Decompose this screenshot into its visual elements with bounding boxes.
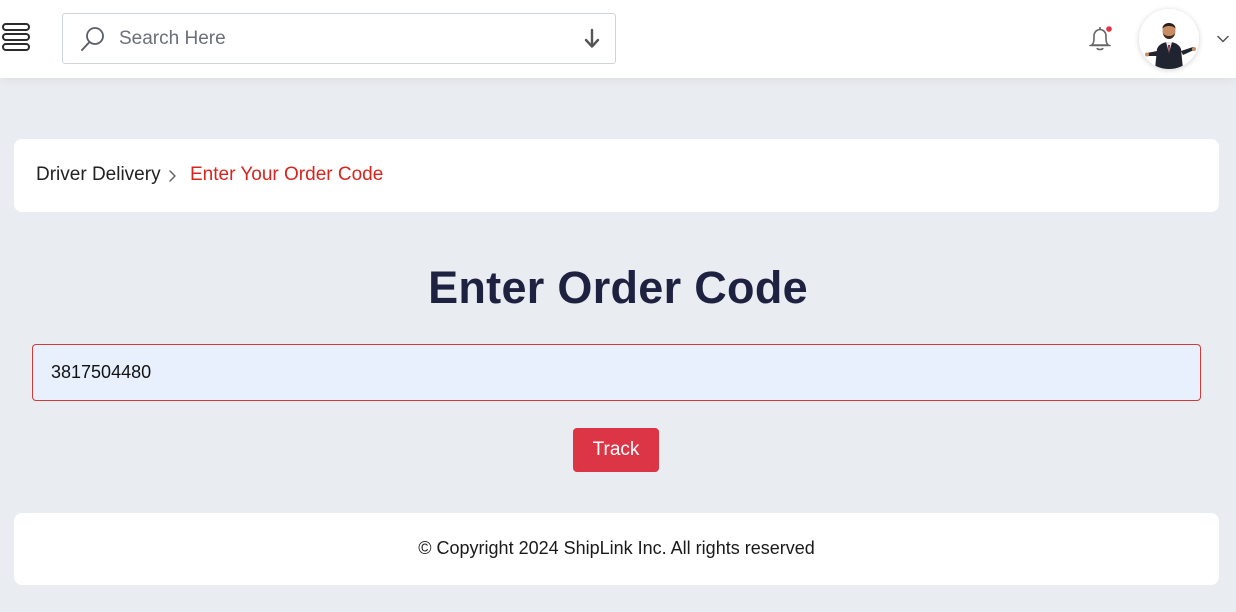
- order-code-input[interactable]: [32, 344, 1201, 401]
- breadcrumb: Driver Delivery Enter Your Order Code: [14, 139, 1219, 212]
- chevron-down-icon[interactable]: [1216, 32, 1230, 44]
- search-bar: [62, 13, 616, 64]
- user-avatar[interactable]: [1139, 9, 1199, 69]
- chevron-right-icon: [166, 168, 178, 184]
- search-input[interactable]: [119, 22, 559, 56]
- copyright-text: © Copyright 2024 ShipLink Inc. All right…: [418, 538, 815, 558]
- search-icon: [80, 26, 106, 52]
- hamburger-menu-icon[interactable]: [2, 22, 30, 52]
- notification-bell-icon[interactable]: [1086, 24, 1114, 54]
- breadcrumb-item-driver-delivery[interactable]: Driver Delivery: [36, 164, 161, 186]
- track-button[interactable]: Track: [573, 428, 659, 472]
- breadcrumb-item-current: Enter Your Order Code: [190, 164, 384, 185]
- footer: © Copyright 2024 ShipLink Inc. All right…: [14, 513, 1219, 585]
- top-navbar: [0, 0, 1236, 78]
- page-title: Enter Order Code: [428, 262, 808, 313]
- arrow-down-icon[interactable]: [581, 27, 603, 51]
